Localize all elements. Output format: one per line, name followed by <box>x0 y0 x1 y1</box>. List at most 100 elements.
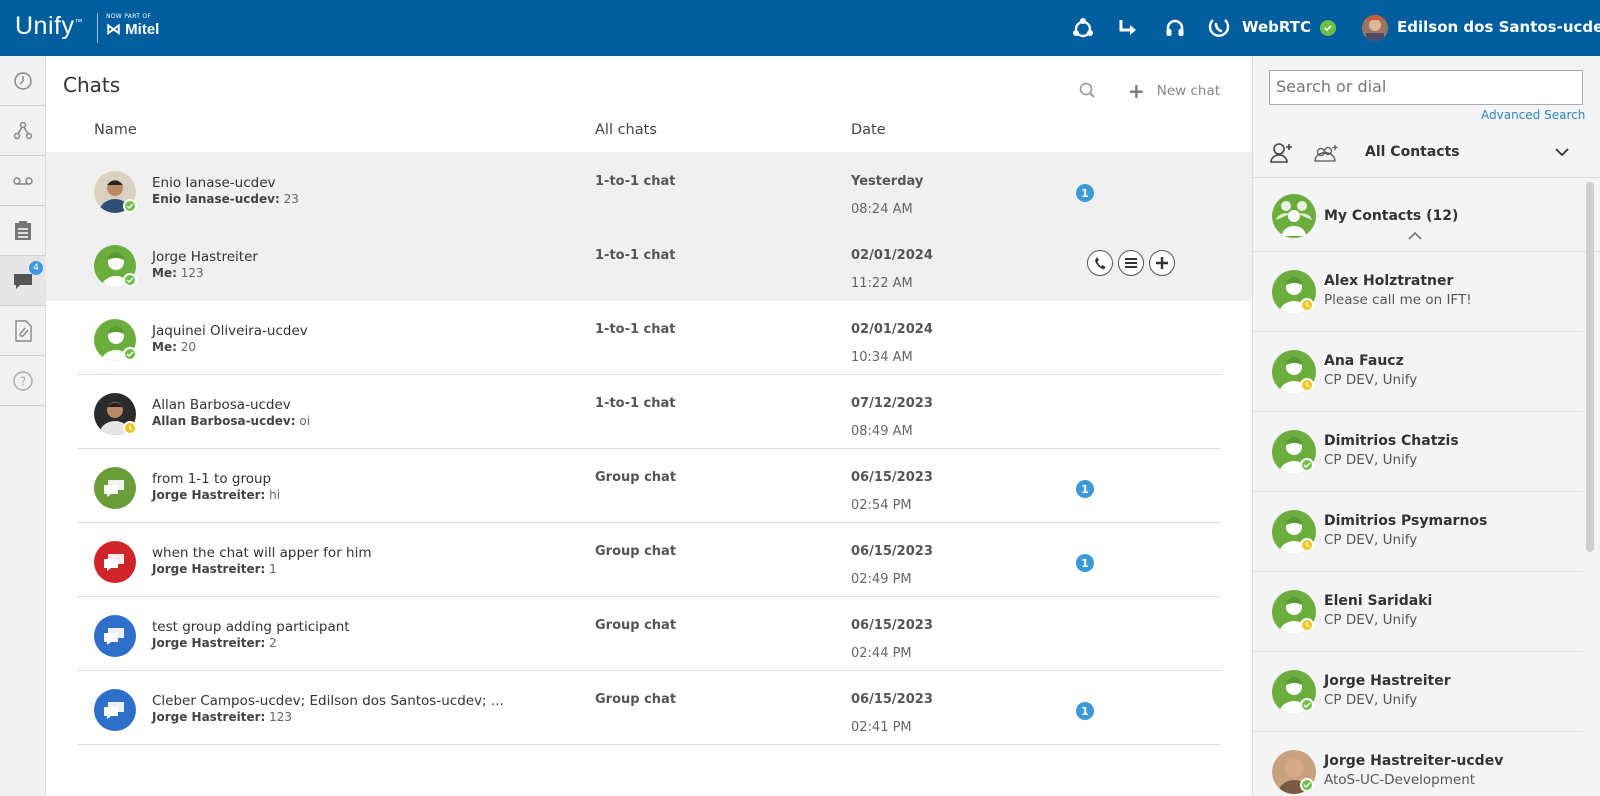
available-status-icon <box>1300 698 1314 712</box>
chat-date: 07/12/2023 <box>851 396 933 411</box>
nav-conversations[interactable] <box>0 106 46 156</box>
contact-name: Jorge Hastreiter <box>1324 673 1451 689</box>
contacts-panel: Search or dial Advanced Search All Conta… <box>1252 56 1600 796</box>
chat-unread-badge: 4 <box>29 261 43 275</box>
chat-last-message: Jorge Hastreiter: hi <box>152 488 281 502</box>
contact-subtitle: CP DEV, Unify <box>1324 372 1418 388</box>
contact-item[interactable]: Ana Faucz CP DEV, Unify <box>1253 332 1583 412</box>
column-header-type[interactable]: All chats <box>595 122 657 138</box>
chat-time: 02:41 PM <box>851 720 912 735</box>
chat-time: 11:22 AM <box>851 276 913 291</box>
contact-subtitle: AtoS-UC-Development <box>1324 772 1476 788</box>
row-divider <box>77 744 1221 745</box>
search-dial-input[interactable]: Search or dial <box>1269 70 1583 105</box>
contact-item[interactable]: Eleni Saridaki CP DEV, Unify <box>1253 572 1583 652</box>
plus-icon: + <box>1128 79 1145 103</box>
contacts-filter-select[interactable]: All Contacts <box>1365 144 1460 160</box>
chat-name: from 1-1 to group <box>152 471 272 487</box>
add-group-icon[interactable] <box>1313 144 1339 168</box>
top-bar: Unify™ NOW PART OF ⋈ Mitel WebRTC Edilso… <box>0 0 1600 56</box>
contact-item[interactable]: Alex Holztratner Please call me on IFT! <box>1253 252 1583 332</box>
attachment-icon <box>15 319 32 342</box>
search-chats-icon[interactable] <box>1078 81 1098 101</box>
chat-last-message: Jorge Hastreiter: 1 <box>152 562 277 576</box>
nav-recents[interactable] <box>0 56 46 106</box>
chat-avatar <box>94 689 136 731</box>
available-status-icon <box>1300 458 1314 472</box>
new-chat-button[interactable]: + New chat <box>1128 81 1220 101</box>
chat-row[interactable]: from 1-1 to group Jorge Hastreiter: hi Gro… <box>46 448 1252 523</box>
column-header-date[interactable]: Date <box>851 122 886 138</box>
chat-last-message: Allan Barbosa-ucdev: oi <box>152 414 311 428</box>
chat-name: when the chat will apper for him <box>152 545 372 561</box>
chat-name: Enio Ianase-ucdev <box>152 175 276 191</box>
chat-row[interactable]: Cleber Campos-ucdev; Edilson dos Santos-… <box>46 670 1252 745</box>
contacts-toolbar: All Contacts <box>1253 126 1600 178</box>
chat-type: 1-to-1 chat <box>595 396 676 411</box>
away-status-icon <box>1300 538 1314 552</box>
collaboration-icon[interactable] <box>1070 15 1096 41</box>
mitel-logo: NOW PART OF ⋈ Mitel <box>106 13 160 38</box>
chat-icon <box>14 273 32 289</box>
call-forward-icon[interactable] <box>1115 15 1141 41</box>
nav-files[interactable] <box>0 306 46 356</box>
chat-name: Jaquinei Oliveira-ucdev <box>152 323 308 339</box>
contact-item[interactable]: Jorge Hastreiter CP DEV, Unify <box>1253 652 1583 732</box>
chat-last-message: Enio Ianase-ucdev: 23 <box>152 192 299 206</box>
chevron-up-icon[interactable] <box>1408 228 1422 244</box>
chat-last-message: Me: 20 <box>152 340 196 354</box>
away-status-icon <box>123 421 137 435</box>
nav-tasks[interactable] <box>0 206 46 256</box>
chat-date: 06/15/2023 <box>851 544 933 559</box>
available-status-icon <box>123 273 137 287</box>
available-status-icon <box>123 199 137 213</box>
chat-avatar <box>94 615 136 657</box>
add-contact-icon[interactable] <box>1269 142 1295 168</box>
webrtc-label[interactable]: WebRTC <box>1242 18 1311 36</box>
unread-badge: 1 <box>1076 184 1094 202</box>
voicemail-icon <box>13 176 33 185</box>
contacts-scrollbar[interactable] <box>1586 182 1594 552</box>
chat-row[interactable]: Allan Barbosa-ucdev Allan Barbosa-ucdev: … <box>46 374 1252 449</box>
chat-date: 06/15/2023 <box>851 470 933 485</box>
nav-help[interactable]: ? <box>0 356 46 406</box>
chevron-down-icon[interactable] <box>1555 142 1569 161</box>
unify-logo: Unify™ <box>15 12 83 40</box>
user-avatar[interactable] <box>1362 15 1388 41</box>
available-status-icon <box>123 347 137 361</box>
menu-action-icon[interactable] <box>1118 250 1144 276</box>
chat-row[interactable]: test group adding participant Jorge Hastr… <box>46 596 1252 671</box>
my-contacts-group[interactable]: My Contacts (12) <box>1253 178 1600 252</box>
chat-name: Cleber Campos-ucdev; Edilson dos Santos-… <box>152 693 504 709</box>
logo-divider <box>97 13 98 43</box>
phone-settings-icon[interactable] <box>1206 15 1232 41</box>
chat-row[interactable]: Enio Ianase-ucdev Enio Ianase-ucdev: 23 1-… <box>46 152 1252 227</box>
chat-row[interactable]: when the chat will apper for him Jorge Ha… <box>46 522 1252 597</box>
chat-name: Allan Barbosa-ucdev <box>152 397 291 413</box>
chat-date: Yesterday <box>851 174 924 189</box>
chat-row[interactable]: Jorge Hastreiter Me: 123 1-to-1 chat 02/01/… <box>46 226 1252 301</box>
contact-item[interactable]: Dimitrios Psymarnos CP DEV, Unify <box>1253 492 1583 572</box>
chat-last-message: Me: 123 <box>152 266 204 280</box>
nav-voicemail[interactable] <box>0 156 46 206</box>
away-status-icon <box>1300 378 1314 392</box>
checklist-icon <box>15 220 31 240</box>
chat-last-message: Jorge Hastreiter: 2 <box>152 636 277 650</box>
user-name[interactable]: Edilson dos Santos-ucdev <box>1397 18 1600 36</box>
nav-chats[interactable]: 4 <box>0 256 46 306</box>
advanced-search-link[interactable]: Advanced Search <box>1481 108 1585 122</box>
contact-item[interactable]: Jorge Hastreiter-ucdev AtoS-UC-Developmen… <box>1253 732 1583 796</box>
contact-name: Dimitrios Psymarnos <box>1324 513 1488 529</box>
headset-icon[interactable] <box>1162 15 1188 41</box>
contact-name: Alex Holztratner <box>1324 273 1454 289</box>
chat-row[interactable]: Jaquinei Oliveira-ucdev Me: 20 1-to-1 chat… <box>46 300 1252 375</box>
away-status-icon <box>1300 298 1314 312</box>
contact-item[interactable]: Dimitrios Chatzis CP DEV, Unify <box>1253 412 1583 492</box>
add-action-icon[interactable] <box>1149 250 1175 276</box>
page-title: Chats <box>63 73 121 97</box>
chat-type: 1-to-1 chat <box>595 322 676 337</box>
call-action-icon[interactable] <box>1087 250 1113 276</box>
chat-date: 02/01/2024 <box>851 248 933 263</box>
column-header-name[interactable]: Name <box>94 122 137 138</box>
chat-name: test group adding participant <box>152 619 350 635</box>
